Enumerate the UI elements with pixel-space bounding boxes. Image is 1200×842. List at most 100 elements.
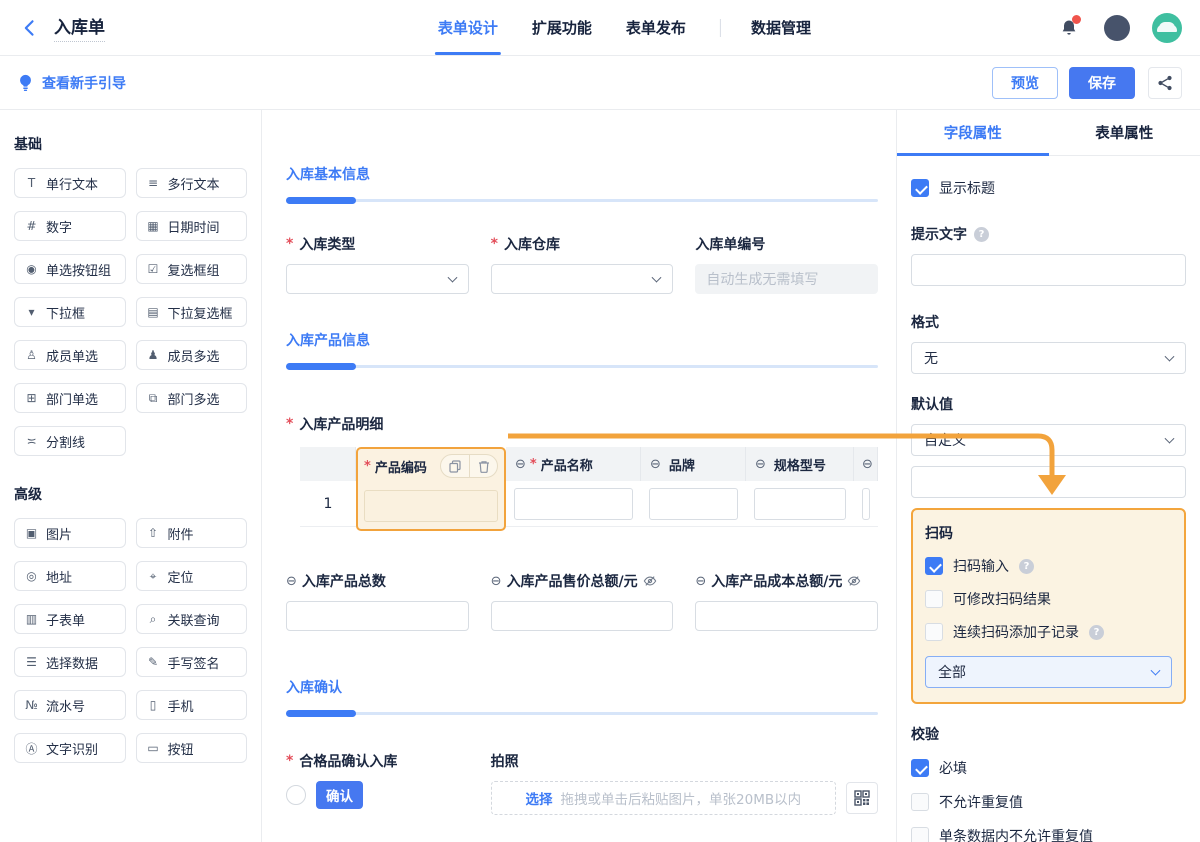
widget-button[interactable]: #数字: [14, 211, 126, 241]
widget-button[interactable]: ⌖定位: [136, 561, 248, 591]
nav-tab[interactable]: 扩展功能: [515, 0, 609, 55]
copy-column-button[interactable]: [441, 454, 469, 478]
subform-column[interactable]: 产品名称: [506, 447, 641, 531]
widget-button[interactable]: ⧉部门多选: [136, 383, 248, 413]
subform-cell-input[interactable]: [514, 488, 633, 520]
subform-cell-input[interactable]: [649, 488, 738, 520]
show-title-checkbox[interactable]: 显示标题: [911, 178, 1186, 198]
subform-column[interactable]: 品牌: [641, 447, 746, 531]
confirm-option-badge[interactable]: 确认: [316, 781, 363, 809]
field-storage-type[interactable]: 入库类型: [286, 234, 469, 294]
widget-button[interactable]: ♙成员单选: [14, 340, 126, 370]
product-total-input[interactable]: [286, 601, 469, 631]
nav-tab[interactable]: 数据管理: [703, 0, 828, 55]
subform-column[interactable]: 规格型号: [746, 447, 854, 531]
scan-qr-button[interactable]: [846, 782, 878, 814]
checkbox-checked-icon[interactable]: [911, 759, 929, 777]
cost-total-input[interactable]: [695, 601, 878, 631]
form-title[interactable]: 入库单: [54, 13, 105, 42]
help-icon[interactable]: [1089, 625, 1104, 640]
section-heading-product[interactable]: 入库产品信息: [286, 330, 878, 370]
widget-button[interactable]: ≡多行文本: [136, 168, 248, 198]
widget-button[interactable]: ☰选择数据: [14, 647, 126, 677]
checkbox-checked-icon[interactable]: [925, 557, 943, 575]
scan-editable-checkbox[interactable]: 可修改扫码结果: [925, 589, 1172, 609]
widget-button[interactable]: ☑复选框组: [136, 254, 248, 284]
sidebar-section-title-basic: 基础: [14, 134, 247, 154]
hint-text-input[interactable]: [911, 254, 1186, 286]
field-price-total[interactable]: 入库产品售价总额/元: [491, 571, 674, 631]
product-code-cell-input[interactable]: [364, 490, 498, 522]
widget-button[interactable]: T单行文本: [14, 168, 126, 198]
delete-column-button[interactable]: [469, 454, 497, 478]
no-duplicate-in-record-checkbox[interactable]: 单条数据内不允许重复值: [911, 826, 1186, 842]
widget-button[interactable]: ▭按钮: [136, 733, 248, 763]
back-button[interactable]: [18, 16, 42, 40]
divider-icon: ≍: [24, 434, 39, 448]
format-select[interactable]: 无: [911, 342, 1186, 374]
widget-button[interactable]: ◉单选按钮组: [14, 254, 126, 284]
widget-button[interactable]: Ⓐ文字识别: [14, 733, 126, 763]
widget-button[interactable]: ≍分割线: [14, 426, 126, 456]
help-icon[interactable]: [1019, 559, 1034, 574]
widget-button[interactable]: ▣图片: [14, 518, 126, 548]
widget-button[interactable]: ⊞部门单选: [14, 383, 126, 413]
notification-bell-button[interactable]: [1056, 15, 1082, 41]
help-button[interactable]: [1104, 15, 1130, 41]
field-product-total[interactable]: 入库产品总数: [286, 571, 469, 631]
link-icon: [286, 573, 297, 589]
field-photo[interactable]: 拍照 选择 拖拽或单击后粘贴图片，单张20MB以内: [491, 751, 878, 815]
subform-column-clipped: [854, 447, 878, 531]
scan-mode-select[interactable]: 全部: [925, 656, 1172, 688]
field-order-code[interactable]: 入库单编号 自动生成无需填写: [695, 234, 878, 294]
storage-type-select[interactable]: [286, 264, 469, 294]
panel-tab[interactable]: 字段属性: [897, 110, 1049, 155]
scan-continuous-checkbox[interactable]: 连续扫码添加子记录: [925, 622, 1172, 642]
field-warehouse[interactable]: 入库仓库: [491, 234, 674, 294]
widget-button[interactable]: ▥子表单: [14, 604, 126, 634]
widget-button[interactable]: №流水号: [14, 690, 126, 720]
checkbox-unchecked-icon[interactable]: [925, 590, 943, 608]
link-icon: [650, 457, 661, 472]
avatar[interactable]: [1152, 13, 1182, 43]
widget-button[interactable]: ⌕关联查询: [136, 604, 248, 634]
checkbox-unchecked-icon[interactable]: [925, 623, 943, 641]
widget-button[interactable]: ▾下拉框: [14, 297, 126, 327]
widget-button[interactable]: ♟成员多选: [136, 340, 248, 370]
checkbox-unchecked-icon[interactable]: [911, 793, 929, 811]
checkbox-checked-icon[interactable]: [911, 179, 929, 197]
section-heading-confirm[interactable]: 入库确认: [286, 677, 878, 717]
save-button[interactable]: 保存: [1069, 67, 1135, 99]
widget-button[interactable]: ⇧附件: [136, 518, 248, 548]
subform-cell-input[interactable]: [754, 488, 846, 520]
scan-input-checkbox[interactable]: 扫码输入: [925, 556, 1172, 576]
price-total-input[interactable]: [491, 601, 674, 631]
warehouse-select[interactable]: [491, 264, 674, 294]
widget-button[interactable]: ◎地址: [14, 561, 126, 591]
default-value-select[interactable]: 自定义: [911, 424, 1186, 456]
field-confirm[interactable]: 合格品确认入库 确认: [286, 751, 469, 815]
panel-tab[interactable]: 表单属性: [1049, 110, 1200, 155]
photo-select-link[interactable]: 选择: [526, 788, 553, 808]
subform-column-selected[interactable]: * 产品编码: [356, 447, 506, 531]
help-icon[interactable]: [974, 227, 989, 242]
nav-tab[interactable]: 表单发布: [609, 0, 703, 55]
section-heading-basic[interactable]: 入库基本信息: [286, 164, 878, 204]
field-cost-total[interactable]: 入库产品成本总额/元: [695, 571, 878, 631]
order-code-input: 自动生成无需填写: [695, 264, 878, 294]
nav-tab[interactable]: 表单设计: [421, 0, 515, 55]
share-button[interactable]: [1148, 67, 1182, 99]
widget-button[interactable]: ▯手机: [136, 690, 248, 720]
default-value-input[interactable]: [911, 466, 1186, 498]
no-duplicate-checkbox[interactable]: 不允许重复值: [911, 792, 1186, 812]
widget-button[interactable]: ✎手写签名: [136, 647, 248, 677]
widget-button[interactable]: ▦日期时间: [136, 211, 248, 241]
photo-upload-dropzone[interactable]: 选择 拖拽或单击后粘贴图片，单张20MB以内: [491, 781, 836, 815]
required-checkbox[interactable]: 必填: [911, 758, 1186, 778]
confirm-radio[interactable]: [286, 785, 306, 805]
preview-button[interactable]: 预览: [992, 67, 1058, 99]
properties-panel: 字段属性表单属性 显示标题 提示文字 格式 无 默认值 自定义 扫码 扫码: [896, 110, 1200, 842]
onboarding-guide-link[interactable]: 查看新手引导: [18, 73, 126, 93]
widget-button[interactable]: ▤下拉复选框: [136, 297, 248, 327]
checkbox-unchecked-icon[interactable]: [911, 827, 929, 842]
